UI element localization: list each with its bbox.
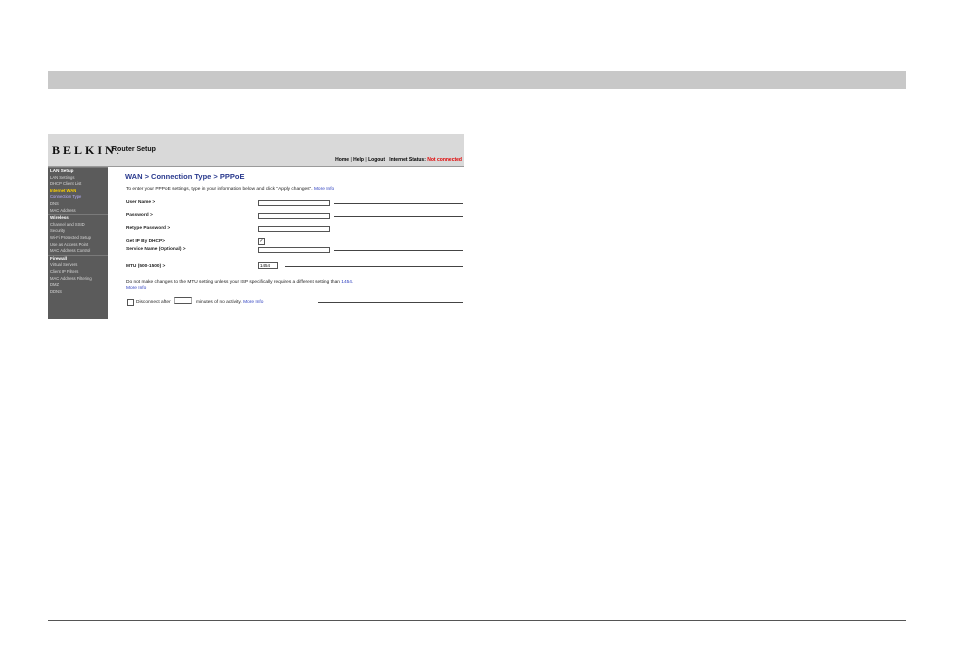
sidebar-item-dmz[interactable]: DMZ [48, 282, 108, 289]
sidebar-heading-internet-wan[interactable]: Internet WAN [48, 188, 108, 195]
internet-status-value: Not connected [427, 157, 462, 163]
service-name-rule [334, 250, 463, 251]
main-panel: WAN > Connection Type > PPPoE To enter y… [108, 167, 464, 319]
sidebar-item-dhcp-client-list[interactable]: DHCP Client List [48, 181, 108, 188]
disconnect-checkbox[interactable] [127, 299, 134, 306]
disconnect-tail: minutes of no activity. More Info [196, 300, 264, 305]
sidebar-heading-firewall[interactable]: Firewall [48, 254, 108, 263]
sidebar-heading-wireless[interactable]: Wireless [48, 214, 108, 222]
sidebar: LAN Setup LAN Settings DHCP Client List … [48, 167, 108, 319]
user-name-label: User Name > [126, 200, 156, 205]
mtu-note: Do not make changes to the MTU setting u… [126, 280, 354, 285]
footer-rule [48, 620, 906, 621]
belkin-logo: BELKIN. [52, 143, 119, 157]
service-name-label: Service Name (Optional) > [126, 247, 186, 252]
sidebar-item-ddns[interactable]: DDNS [48, 289, 108, 296]
user-name-input[interactable] [258, 200, 330, 206]
sidebar-item-lan-settings[interactable]: LAN Settings [48, 175, 108, 182]
sidebar-item-virtual-servers[interactable]: Virtual Servers [48, 262, 108, 269]
password-label: Password > [126, 213, 153, 218]
mtu-label: MTU (500-1500) > [126, 264, 166, 269]
retype-password-input[interactable] [258, 226, 330, 232]
mtu-rule [285, 266, 463, 267]
disconnect-minutes-input[interactable] [174, 297, 192, 304]
sidebar-item-mac-address-filtering[interactable]: MAC Address Filtering [48, 276, 108, 283]
sidebar-item-wps[interactable]: Wi-Fi Protected Setup [48, 235, 108, 242]
internet-status-label: Internet Status: [389, 157, 426, 163]
router-header: BELKIN. Router Setup Home | Help | Logou… [48, 134, 464, 167]
disconnect-rule [318, 302, 463, 303]
sidebar-item-mac-address[interactable]: MAC Address [48, 208, 108, 215]
mtu-more-info-link[interactable]: More Info [126, 286, 146, 291]
mtu-input[interactable]: 1454 [258, 262, 278, 269]
router-setup-screenshot: BELKIN. Router Setup Home | Help | Logou… [48, 134, 464, 319]
home-link[interactable]: Home [335, 157, 349, 163]
page-title: WAN > Connection Type > PPPoE [125, 172, 245, 181]
sidebar-item-client-ip-filters[interactable]: Client IP Filters [48, 269, 108, 276]
sidebar-item-dns[interactable]: DNS [48, 201, 108, 208]
get-ip-dhcp-checkbox[interactable]: ✓ [258, 238, 265, 245]
sidebar-item-security[interactable]: Security [48, 228, 108, 235]
disconnect-more-info-link[interactable]: More Info [243, 300, 263, 305]
password-rule [334, 216, 463, 217]
sidebar-heading-lan-setup[interactable]: LAN Setup [48, 167, 108, 175]
router-setup-title: Router Setup [112, 146, 156, 153]
intro-text: To enter your PPPoE settings, type in yo… [126, 187, 335, 192]
header-links: Home | Help | Logout Internet Status: No… [335, 157, 462, 163]
help-link[interactable]: Help [353, 157, 364, 163]
top-banner-bar [48, 71, 906, 89]
more-info-link[interactable]: More Info [314, 187, 334, 192]
sidebar-item-mac-address-control[interactable]: MAC Address Control [48, 248, 108, 255]
logout-link[interactable]: Logout [368, 157, 385, 163]
service-name-input[interactable] [258, 247, 330, 253]
disconnect-label: Disconnect after [136, 300, 171, 305]
sidebar-item-access-point[interactable]: Use as Access Point [48, 242, 108, 249]
user-name-rule [334, 203, 463, 204]
sidebar-item-connection-type[interactable]: Connection Type [48, 194, 108, 201]
get-ip-dhcp-label: Get IP By DHCP> [126, 239, 165, 244]
password-input[interactable] [258, 213, 330, 219]
retype-password-label: Retype Password > [126, 226, 171, 231]
sidebar-item-channel-ssid[interactable]: Channel and SSID [48, 222, 108, 229]
